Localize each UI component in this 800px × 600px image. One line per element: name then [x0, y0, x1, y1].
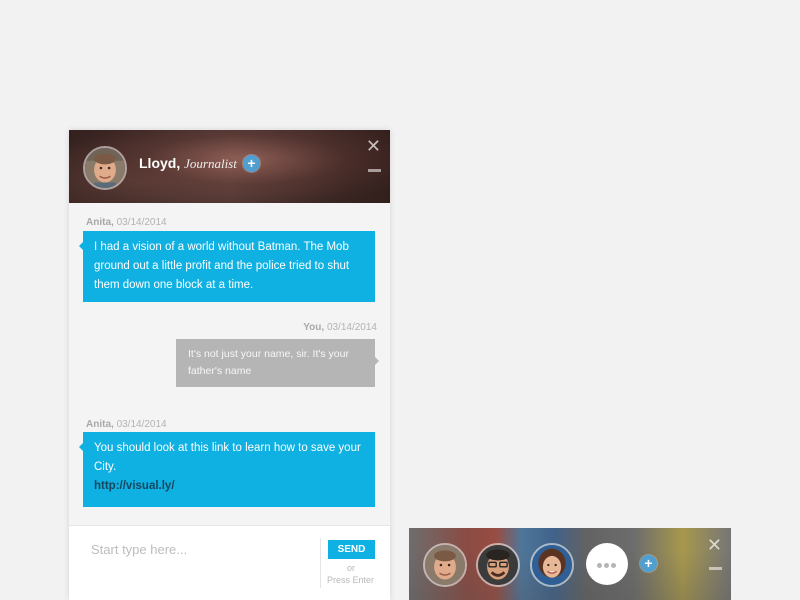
more-dots-icon: [611, 563, 616, 568]
contact-role: Journalist: [184, 156, 237, 171]
message-bubble-outgoing: It's not just your name, sir. It's your …: [176, 339, 379, 387]
more-dots-icon: [604, 563, 609, 568]
group-avatar-3[interactable]: [530, 543, 574, 587]
message-sender: Anita,: [86, 217, 114, 228]
send-or-label: or: [347, 563, 356, 573]
message-bubble-incoming: You should look at this link to learn ho…: [79, 432, 375, 507]
more-dots-icon: [597, 563, 602, 568]
message-date: 03/14/2014: [116, 217, 167, 228]
send-button[interactable]: SEND: [328, 540, 375, 559]
message-text: You should look at this link to learn ho…: [94, 442, 361, 473]
contact-name: Lloyd,: [139, 155, 181, 171]
message-list[interactable]: Anita, 03/14/2014 I had a vision of a wo…: [69, 203, 390, 525]
group-add-participant-button[interactable]: +: [640, 555, 657, 572]
avatar-face-icon: [532, 545, 572, 585]
composer-divider: [320, 538, 321, 588]
plus-icon: +: [247, 155, 256, 171]
avatar-face-icon: [478, 545, 518, 585]
close-icon: ✕: [706, 535, 722, 555]
minimize-chat-button[interactable]: [368, 169, 381, 172]
message-bubble-incoming: I had a vision of a world without Batman…: [79, 231, 375, 302]
close-group-button[interactable]: ✕: [707, 536, 722, 554]
contact-avatar[interactable]: [83, 146, 127, 190]
message-sender: Anita,: [86, 419, 114, 430]
chat-window: Lloyd, Journalist + ✕ Anita, 03/14/2014 …: [69, 130, 390, 600]
group-chat-bar[interactable]: + ✕: [409, 528, 731, 600]
send-hint: Press Enter: [327, 575, 375, 585]
message-meta: You, 03/14/2014: [303, 322, 377, 333]
message-date: 03/14/2014: [116, 419, 167, 430]
message-date: 03/14/2014: [326, 322, 377, 333]
minimize-group-button[interactable]: [709, 567, 722, 570]
message-sender: You,: [303, 322, 325, 333]
close-chat-button[interactable]: ✕: [366, 137, 381, 155]
add-participant-button[interactable]: +: [243, 155, 260, 172]
close-icon: ✕: [365, 136, 381, 156]
plus-icon: +: [644, 555, 653, 571]
group-avatar-1[interactable]: [423, 543, 467, 587]
message-input[interactable]: [89, 538, 313, 560]
message-text: I had a vision of a world without Batman…: [94, 241, 350, 291]
message-text: It's not just your name, sir. It's your …: [188, 348, 349, 377]
more-participants-button[interactable]: [586, 543, 628, 585]
message-meta: Anita, 03/14/2014: [86, 419, 167, 430]
avatar-face-icon: [425, 545, 465, 585]
message-composer: SEND or Press Enter: [69, 525, 390, 600]
message-link[interactable]: http://visual.ly/: [94, 477, 364, 496]
contact-name-line: Lloyd, Journalist: [139, 155, 237, 172]
message-meta: Anita, 03/14/2014: [86, 217, 167, 228]
avatar-face-icon: [85, 148, 125, 188]
chat-header: Lloyd, Journalist + ✕: [69, 130, 390, 203]
group-avatar-2[interactable]: [476, 543, 520, 587]
